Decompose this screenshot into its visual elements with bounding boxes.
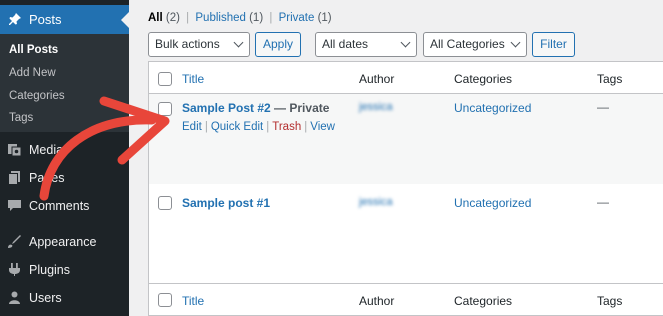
posts-submenu: All Posts Add New Categories Tags <box>0 34 129 132</box>
table-header: Title Author Categories Tags <box>149 62 663 94</box>
category-filter-value: All Categories <box>430 37 505 51</box>
row-checkbox[interactable] <box>158 102 172 116</box>
row-checkbox[interactable] <box>158 196 172 210</box>
select-all-checkbox[interactable] <box>158 72 172 86</box>
sidebar-item-posts[interactable]: Posts <box>0 5 129 34</box>
active-caret <box>121 12 129 28</box>
post-tags: — <box>597 195 609 209</box>
action-separator: | <box>266 121 270 133</box>
comments-icon <box>8 200 21 211</box>
post-title-text[interactable]: Sample Post #2 <box>182 101 271 115</box>
bulk-actions-value: Bulk actions <box>155 37 220 51</box>
sidebar-item-label: Users <box>29 291 62 305</box>
status-views: All (2) | Published (1) | Private (1) <box>148 12 332 24</box>
select-all-checkbox[interactable] <box>158 293 172 307</box>
view-private[interactable]: Private <box>279 12 315 24</box>
column-categories: Categories <box>454 294 513 308</box>
sidebar-item-label: Comments <box>29 199 90 213</box>
post-title-link[interactable]: Sample post #1 <box>182 196 270 210</box>
post-title-link[interactable]: Sample Post #2 — Private <box>182 101 329 115</box>
post-title-text[interactable]: Sample post #1 <box>182 196 270 210</box>
dates-filter-value: All dates <box>322 37 369 51</box>
column-title[interactable]: Title <box>182 294 204 308</box>
sidebar-item-pages[interactable]: Pages <box>0 164 129 192</box>
filter-button[interactable]: Filter <box>532 32 575 57</box>
action-separator: | <box>204 121 208 133</box>
post-category[interactable]: Uncategorized <box>454 101 531 115</box>
posts-table: Title Author Categories Tags Sample Post… <box>148 61 663 316</box>
admin-sidebar: Posts All Posts Add New Categories Tags … <box>0 0 129 316</box>
media-icon <box>8 144 22 157</box>
table-footer: Title Author Categories Tags <box>149 283 663 316</box>
pin-icon <box>9 13 21 25</box>
pages-icon <box>8 171 20 185</box>
post-tags: — <box>597 100 609 114</box>
view-separator: | <box>186 12 190 24</box>
table-row: Sample Post #2 — Private jessica Uncateg… <box>149 94 663 184</box>
submenu-add-new[interactable]: Add New <box>9 67 56 79</box>
post-author[interactable]: jessica <box>359 196 393 208</box>
quick-edit-link[interactable]: Quick Edit <box>211 121 263 133</box>
sidebar-item-plugins[interactable]: Plugins <box>0 256 129 284</box>
view-published[interactable]: Published <box>195 12 246 24</box>
submenu-categories[interactable]: Categories <box>9 90 65 102</box>
edit-link[interactable]: Edit <box>182 121 202 133</box>
action-separator: | <box>304 121 308 133</box>
submenu-tags[interactable]: Tags <box>9 112 33 124</box>
view-all[interactable]: All <box>148 12 163 24</box>
row-actions: Edit | Quick Edit | Trash | View <box>182 121 335 133</box>
column-tags: Tags <box>597 72 623 86</box>
sidebar-item-label: Media <box>29 143 64 157</box>
column-tags: Tags <box>597 294 623 308</box>
sidebar-item-media[interactable]: Media <box>0 136 129 164</box>
column-title[interactable]: Title <box>182 72 204 86</box>
chevron-down-icon <box>400 37 411 48</box>
column-categories: Categories <box>454 72 513 86</box>
trash-link[interactable]: Trash <box>272 121 301 133</box>
view-all-count: (2) <box>165 12 180 24</box>
column-author: Author <box>359 72 395 86</box>
sidebar-item-label: Plugins <box>29 263 70 277</box>
bulk-actions-select[interactable]: Bulk actions <box>148 32 250 57</box>
category-filter-select[interactable]: All Categories <box>423 32 527 57</box>
view-separator: | <box>269 12 273 24</box>
submenu-all-posts[interactable]: All Posts <box>9 44 58 56</box>
sidebar-item-label: Pages <box>29 171 65 185</box>
sidebar-item-appearance[interactable]: Appearance <box>0 228 129 256</box>
post-category[interactable]: Uncategorized <box>454 196 531 210</box>
view-private-count: (1) <box>317 12 332 24</box>
dates-filter-select[interactable]: All dates <box>315 32 417 57</box>
post-state: — Private <box>270 101 330 115</box>
view-link[interactable]: View <box>310 121 335 133</box>
plugins-icon <box>9 263 20 276</box>
appearance-icon <box>8 235 21 248</box>
sidebar-item-label: Posts <box>29 12 62 27</box>
post-author[interactable]: jessica <box>359 101 393 113</box>
chevron-down-icon <box>510 37 521 48</box>
table-row: Sample post #1 jessica Uncategorized — <box>149 184 663 283</box>
column-author: Author <box>359 294 395 308</box>
sidebar-item-users[interactable]: Users <box>0 284 129 312</box>
users-icon <box>9 291 20 304</box>
posts-list-screen: All (2) | Published (1) | Private (1) Bu… <box>129 0 663 316</box>
view-published-count: (1) <box>249 12 264 24</box>
sidebar-item-comments[interactable]: Comments <box>0 192 129 220</box>
apply-button[interactable]: Apply <box>255 32 301 57</box>
sidebar-item-label: Appearance <box>29 235 97 249</box>
chevron-down-icon <box>233 37 244 48</box>
